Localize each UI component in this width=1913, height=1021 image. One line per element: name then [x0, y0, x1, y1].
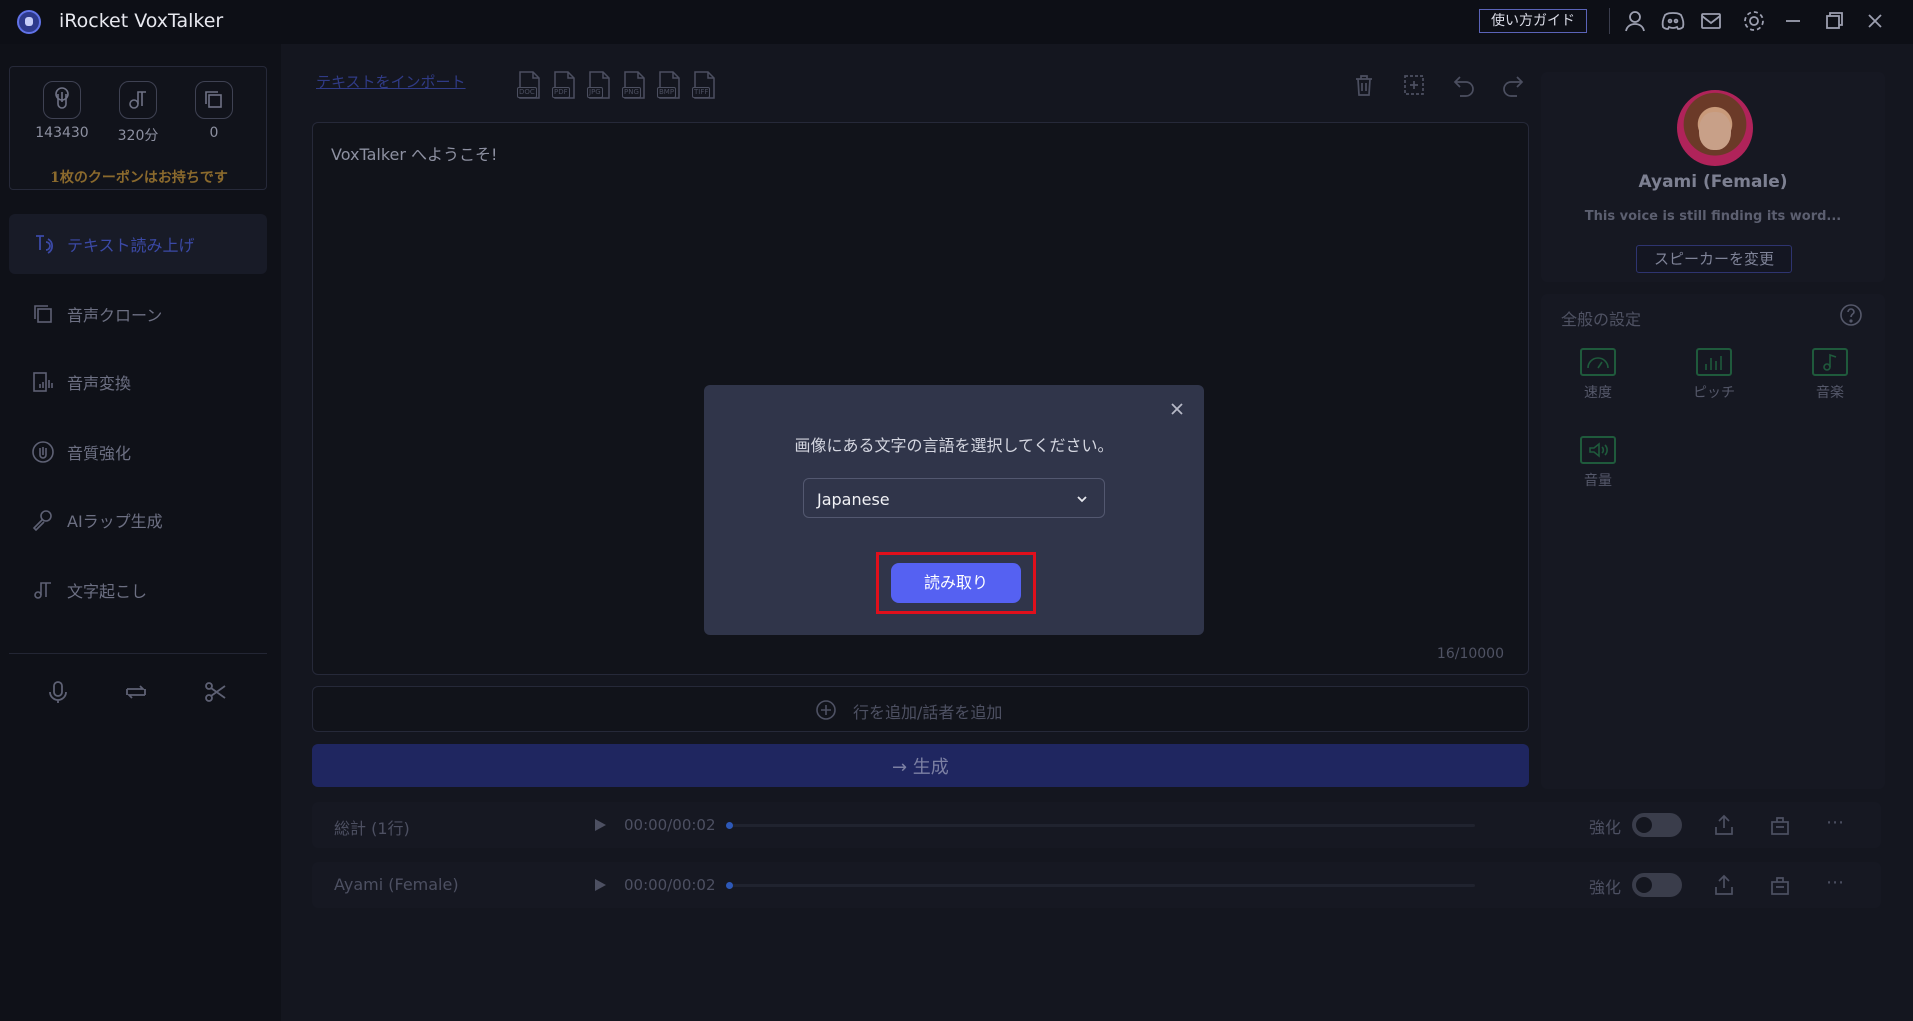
sidebar: 143430 320分 0 1枚のクーポンはお持ちです テキスト読み上げ 音声ク… — [0, 44, 281, 1021]
play-icon[interactable] — [592, 877, 608, 893]
insert-block-icon[interactable] — [1401, 72, 1427, 98]
generate-label: → 生成 — [892, 757, 949, 778]
speed-icon — [1580, 348, 1616, 376]
read-button[interactable]: 読み取り — [891, 563, 1021, 603]
transcribe-icon — [31, 578, 55, 602]
close-icon[interactable] — [1167, 399, 1187, 419]
import-text-link[interactable]: テキストをインポート — [316, 71, 466, 92]
volume-icon — [1580, 436, 1616, 464]
general-settings-card: 全般の設定 速度 ピッチ 音楽 音量 — [1541, 294, 1885, 789]
setting-volume[interactable]: 音量 — [1558, 436, 1638, 490]
jpg-file-icon[interactable]: JPG — [586, 70, 612, 100]
setting-music[interactable]: 音楽 — [1790, 348, 1870, 402]
more-options-icon[interactable]: ⋯ — [1826, 812, 1845, 833]
sidebar-item-transcribe[interactable]: 文字起こし — [9, 560, 267, 620]
playback-progress[interactable] — [726, 882, 1475, 889]
music-icon — [1812, 348, 1848, 376]
guide-button[interactable]: 使い方ガイド — [1479, 9, 1587, 33]
convert-icon[interactable] — [122, 678, 150, 706]
mail-icon[interactable] — [1698, 8, 1724, 34]
playback-progress[interactable] — [726, 822, 1475, 829]
pitch-icon — [1696, 348, 1732, 376]
voice-credit-icon — [43, 81, 81, 119]
setting-pitch[interactable]: ピッチ — [1674, 348, 1754, 402]
stat-minutes: 320分 — [108, 81, 168, 145]
language-select-dialog: 画像にある文字の言語を選択してください。 Japanese 読み取り — [704, 385, 1204, 635]
redo-icon[interactable] — [1500, 72, 1526, 98]
progress-handle[interactable] — [726, 882, 733, 889]
speaker-name: Ayami (Female) — [1638, 172, 1788, 192]
scissors-icon[interactable] — [202, 678, 230, 706]
trash-icon[interactable] — [1351, 72, 1377, 98]
character-count: 16/10000 — [1436, 646, 1504, 662]
setting-speed[interactable]: 速度 — [1558, 348, 1638, 402]
speaker-avatar — [1677, 90, 1753, 166]
sidebar-item-ai-rap[interactable]: AIラップ生成 — [9, 490, 267, 550]
settings-gear-icon[interactable] — [1741, 8, 1767, 34]
clone-count-icon — [195, 81, 233, 119]
sidebar-item-text-to-speech[interactable]: テキスト読み上げ — [9, 214, 267, 274]
save-to-library-icon[interactable] — [1768, 873, 1792, 897]
text-to-speech-icon — [31, 232, 55, 256]
settings-title: 全般の設定 — [1561, 310, 1642, 329]
voice-change-icon — [31, 370, 55, 394]
audio-enhance-icon — [31, 440, 55, 464]
play-icon[interactable] — [592, 817, 608, 833]
account-icon[interactable] — [1622, 8, 1648, 34]
pdf-file-icon[interactable]: PDF — [551, 70, 577, 100]
png-file-icon[interactable]: PNG — [621, 70, 647, 100]
sidebar-item-audio-enhance[interactable]: 音質強化 — [9, 422, 267, 482]
editor-text[interactable]: VoxTalker へようこそ! — [331, 141, 497, 165]
export-icon[interactable] — [1712, 813, 1736, 837]
change-speaker-button[interactable]: スピーカーを変更 — [1636, 245, 1792, 273]
close-window-icon[interactable] — [1862, 8, 1888, 34]
progress-handle[interactable] — [726, 822, 733, 829]
minutes-icon — [119, 81, 157, 119]
stat-credits: 143430 — [32, 81, 92, 141]
titlebar-divider — [1609, 8, 1610, 34]
enhance-toggle[interactable] — [1632, 873, 1682, 897]
app-title: iRocket VoxTalker — [59, 10, 224, 32]
restore-icon[interactable] — [1821, 8, 1847, 34]
help-icon[interactable] — [1839, 303, 1863, 327]
minimize-icon[interactable] — [1780, 8, 1806, 34]
sidebar-divider — [9, 653, 267, 654]
audio-row-total: 総計 (1行) 00:00/00:02 強化 ⋯ — [312, 802, 1881, 848]
language-dropdown[interactable]: Japanese — [803, 478, 1105, 518]
tiff-file-icon[interactable]: TIFF — [691, 70, 717, 100]
sidebar-item-voice-clone[interactable]: 音声クローン — [9, 284, 267, 344]
sidebar-item-voice-change[interactable]: 音声変換 — [9, 352, 267, 412]
generate-button[interactable]: → 生成 — [312, 744, 1529, 787]
language-value: Japanese — [817, 490, 890, 509]
plus-circle-icon — [815, 699, 837, 721]
enhance-toggle[interactable] — [1632, 813, 1682, 837]
coupon-notice: 1枚のクーポンはお持ちです — [50, 170, 228, 186]
doc-file-icon[interactable]: DOC — [516, 70, 542, 100]
add-row-button[interactable]: 行を追加/話者を追加 — [312, 686, 1529, 732]
export-icon[interactable] — [1712, 873, 1736, 897]
speaker-card: Ayami (Female) This voice is still findi… — [1541, 72, 1885, 282]
undo-icon[interactable] — [1451, 72, 1477, 98]
app-logo-icon — [17, 10, 41, 34]
speaker-description: This voice is still finding its word... — [1584, 209, 1842, 224]
chevron-down-icon — [1074, 491, 1090, 507]
voice-clone-icon — [31, 302, 55, 326]
discord-icon[interactable] — [1660, 8, 1686, 34]
stat-clones: 0 — [184, 81, 244, 141]
title-bar: iRocket VoxTalker 使い方ガイド — [0, 0, 1913, 44]
more-options-icon[interactable]: ⋯ — [1826, 872, 1845, 893]
save-to-library-icon[interactable] — [1768, 813, 1792, 837]
account-stats-card: 143430 320分 0 1枚のクーポンはお持ちです — [9, 66, 267, 190]
microphone-icon[interactable] — [44, 678, 72, 706]
ai-rap-icon — [31, 508, 55, 532]
bmp-file-icon[interactable]: BMP — [656, 70, 682, 100]
dialog-prompt: 画像にある文字の言語を選択してください。 — [794, 436, 1114, 455]
audio-row-speaker: Ayami (Female) 00:00/00:02 強化 ⋯ — [312, 862, 1881, 908]
